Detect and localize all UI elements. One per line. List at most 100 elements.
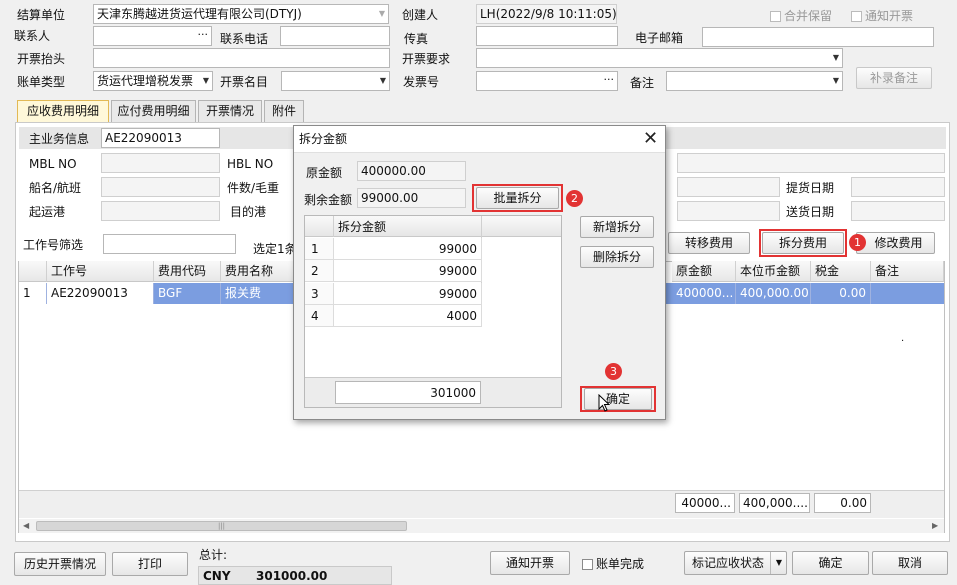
grid-header-remark[interactable]: 备注	[871, 261, 944, 282]
row-orig[interactable]: 400000...	[672, 283, 736, 304]
chevron-down-icon: ▼	[832, 53, 839, 62]
origin-label: 起运港	[29, 205, 66, 219]
total-orig: 40000...	[675, 493, 735, 513]
bill-type-select[interactable]: 货运代理增税发票 ▼	[93, 71, 213, 91]
fax-field[interactable]	[476, 26, 618, 46]
chevron-down-icon: ▼	[378, 9, 385, 18]
grid-header-local[interactable]: 本位币金额	[736, 261, 811, 282]
split-row-amount[interactable]: 99000	[334, 283, 482, 305]
split-row-index: 1	[305, 238, 334, 260]
remark-label: 备注	[630, 76, 655, 90]
chevron-down-icon[interactable]: ▼	[770, 552, 787, 574]
row-tax[interactable]: 0.00	[811, 283, 871, 304]
email-field[interactable]	[702, 27, 934, 47]
total-tax: 0.00	[814, 493, 871, 513]
stray-dot: ·	[901, 336, 905, 347]
tab-invoice-status[interactable]: 开票情况	[198, 100, 262, 122]
mbl-field	[101, 153, 220, 173]
add-remark-button[interactable]: 补录备注	[856, 67, 932, 89]
row-job[interactable]: AE22090013	[47, 283, 154, 304]
delivery-date-label: 送货日期	[786, 205, 835, 219]
hbl-label: HBL NO	[227, 157, 274, 171]
grid-header-tax[interactable]: 税金	[811, 261, 871, 282]
grid-header-job[interactable]: 工作号	[47, 261, 154, 282]
modify-fee-button[interactable]: 修改费用	[856, 232, 935, 254]
notify-invoice-button[interactable]: 通知开票	[490, 551, 570, 575]
dialog-titlebar	[294, 126, 665, 153]
scroll-thumb[interactable]: |||	[36, 521, 407, 531]
mark-status-button[interactable]: 标记应收状态 ▼	[684, 551, 787, 575]
delivery-date-field	[851, 201, 945, 221]
invoice-no-field[interactable]: ···	[476, 71, 618, 91]
mouse-cursor-icon	[598, 394, 610, 412]
more-icon[interactable]: ···	[604, 72, 615, 88]
split-col-header: 拆分金额	[338, 220, 387, 234]
merge-label: 合并保留	[784, 9, 833, 23]
split-grid-corner	[305, 216, 334, 237]
invoice-req-select[interactable]: ▼	[476, 48, 843, 68]
row-code[interactable]: BGF	[154, 283, 221, 304]
split-row-index: 4	[305, 305, 334, 327]
footer-ok-button[interactable]: 确定	[792, 551, 869, 575]
invoice-title-field[interactable]	[93, 48, 390, 68]
remain-amount-label: 剩余金额	[304, 193, 353, 207]
hbl-field	[677, 153, 945, 173]
remark-select[interactable]: ▼	[666, 71, 843, 91]
split-row-amount[interactable]: 4000	[334, 305, 482, 327]
tab-receivable[interactable]: 应收费用明细	[17, 100, 109, 123]
chevron-down-icon: ▼	[832, 76, 839, 85]
invoice-no-label: 发票号	[403, 75, 440, 89]
phone-field[interactable]	[280, 26, 390, 46]
currency-label: CNY	[203, 569, 231, 583]
complete-checkbox[interactable]: 账单完成	[582, 555, 644, 573]
job-filter-input[interactable]	[103, 234, 236, 254]
total-amount: 301000.00	[256, 569, 328, 583]
complete-label: 账单完成	[596, 557, 645, 571]
settle-field[interactable]: 天津东腾越进货运代理有限公司(DTYJ) ▼	[93, 4, 389, 24]
add-split-button[interactable]: 新增拆分	[580, 216, 654, 238]
grid-header-code[interactable]: 费用代码	[154, 261, 221, 282]
more-icon[interactable]: ···	[198, 27, 209, 43]
invoice-req-label: 开票要求	[402, 52, 451, 66]
total-label: 总计:	[199, 548, 228, 562]
dest-field	[677, 201, 780, 221]
contact-label: 联系人	[14, 29, 51, 43]
checkbox-icon	[582, 559, 593, 570]
highlight-box	[472, 184, 563, 212]
history-invoice-button[interactable]: 历史开票情况	[14, 552, 106, 576]
main-info-label: 主业务信息	[29, 132, 90, 146]
footer-cancel-button[interactable]: 取消	[872, 551, 948, 575]
row-local[interactable]: 400,000.00	[736, 283, 811, 304]
transfer-fee-button[interactable]: 转移费用	[668, 232, 750, 254]
orig-amount-label: 原金额	[306, 166, 343, 180]
scroll-right-icon[interactable]: ▶	[932, 519, 938, 533]
notify-checkbox[interactable]: 通知开票	[851, 7, 913, 25]
checkbox-icon	[851, 11, 862, 22]
main-info-value: AE22090013	[101, 128, 220, 148]
pickup-date-field	[851, 177, 945, 197]
selected-count: 选定1条	[253, 242, 297, 256]
job-filter-label: 工作号筛选	[23, 238, 84, 252]
phone-label: 联系电话	[220, 32, 269, 46]
contact-field[interactable]: ···	[93, 26, 212, 46]
delete-split-button[interactable]: 删除拆分	[580, 246, 654, 268]
email-label: 电子邮箱	[635, 31, 684, 45]
tab-payable[interactable]: 应付费用明细	[111, 100, 196, 122]
step-badge: 1	[849, 234, 866, 251]
merge-checkbox[interactable]: 合并保留	[770, 7, 832, 25]
split-row-amount[interactable]: 99000	[334, 260, 482, 282]
remain-amount-field: 99000.00	[357, 188, 466, 208]
grid-header-orig[interactable]: 原金额	[672, 261, 736, 282]
invoice-item-select[interactable]: ▼	[281, 71, 390, 91]
grid-header-name[interactable]: 费用名称	[221, 261, 301, 282]
close-icon[interactable]: ✕	[643, 127, 658, 151]
bill-type-label: 账单类型	[17, 75, 66, 89]
vessel-label: 船名/航班	[29, 181, 82, 195]
split-row-amount[interactable]: 99000	[334, 238, 482, 260]
scroll-left-icon[interactable]: ◀	[23, 519, 29, 533]
tab-attachments[interactable]: 附件	[264, 100, 304, 122]
fax-label: 传真	[404, 32, 429, 46]
grid-header-index	[19, 261, 47, 282]
row-name[interactable]: 报关费	[221, 283, 301, 304]
print-button[interactable]: 打印	[112, 552, 188, 576]
